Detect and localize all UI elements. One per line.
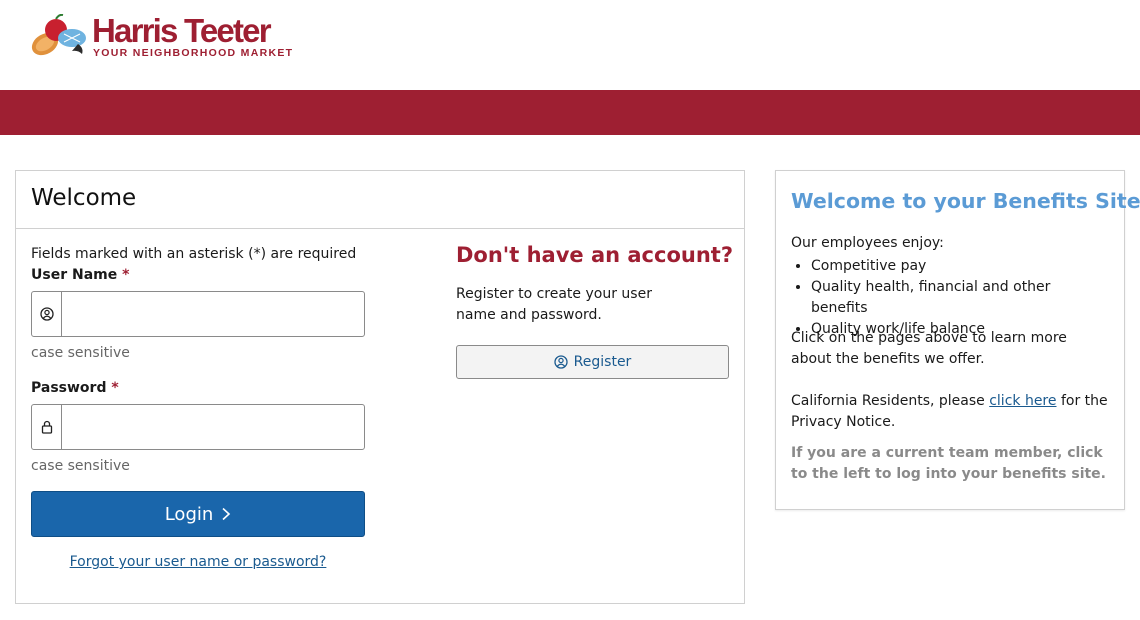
register-button-label: Register xyxy=(573,354,632,370)
username-input[interactable] xyxy=(63,292,363,336)
benefits-card: Welcome to your Benefits Site Our employ… xyxy=(775,170,1140,510)
chevron-right-icon xyxy=(222,507,231,521)
privacy-notice-link[interactable]: click here xyxy=(989,393,1056,409)
california-notice-prefix: California Residents, please xyxy=(791,393,985,409)
brand-tagline: YOUR NEIGHBORHOOD MARKET xyxy=(93,47,294,59)
lock-icon xyxy=(32,405,62,449)
list-item: Quality health, financial and other bene… xyxy=(811,277,1111,319)
login-card-header: Welcome xyxy=(16,171,744,229)
login-card: Welcome Fields marked with an asterisk (… xyxy=(15,170,745,604)
login-button-label: Login xyxy=(164,503,214,525)
username-required-asterisk: * xyxy=(122,267,130,283)
password-label-text: Password xyxy=(31,380,107,396)
harris-teeter-logo[interactable]: Harris Teeter YOUR NEIGHBORHOOD MARKET xyxy=(30,14,300,60)
logo-mark-icon xyxy=(31,14,86,56)
required-fields-note: Fields marked with an asterisk (*) are r… xyxy=(31,246,357,262)
password-input[interactable] xyxy=(63,405,363,449)
brand-name: Harris Teeter xyxy=(92,12,272,49)
brand-band xyxy=(0,90,1140,135)
register-button[interactable]: Register xyxy=(456,345,729,379)
user-circle-icon xyxy=(32,292,62,336)
username-label: User Name * xyxy=(31,267,129,283)
login-title: Welcome xyxy=(31,185,137,211)
username-hint: case sensitive xyxy=(31,345,130,361)
password-required-asterisk: * xyxy=(111,380,119,396)
username-label-text: User Name xyxy=(31,267,118,283)
password-label: Password * xyxy=(31,380,119,396)
team-member-note: If you are a current team member, click … xyxy=(791,445,1106,482)
user-circle-icon xyxy=(554,355,568,369)
password-hint: case sensitive xyxy=(31,458,130,474)
password-field xyxy=(31,404,365,450)
forgot-credentials-link[interactable]: Forgot your user name or password? xyxy=(31,554,365,570)
username-field xyxy=(31,291,365,337)
site-header: Harris Teeter YOUR NEIGHBORHOOD MARKET xyxy=(0,0,1140,90)
benefits-paragraph: Click on the pages above to learn more a… xyxy=(791,330,1067,367)
login-button[interactable]: Login xyxy=(31,491,365,537)
list-item: Competitive pay xyxy=(811,256,1111,277)
benefits-intro: Our employees enjoy: xyxy=(791,235,944,251)
benefits-title: Welcome to your Benefits Site xyxy=(791,189,1140,213)
register-description: Register to create your user name and pa… xyxy=(456,286,652,323)
california-notice: California Residents, please click here … xyxy=(791,391,1111,433)
no-account-heading: Don't have an account? xyxy=(456,243,733,267)
